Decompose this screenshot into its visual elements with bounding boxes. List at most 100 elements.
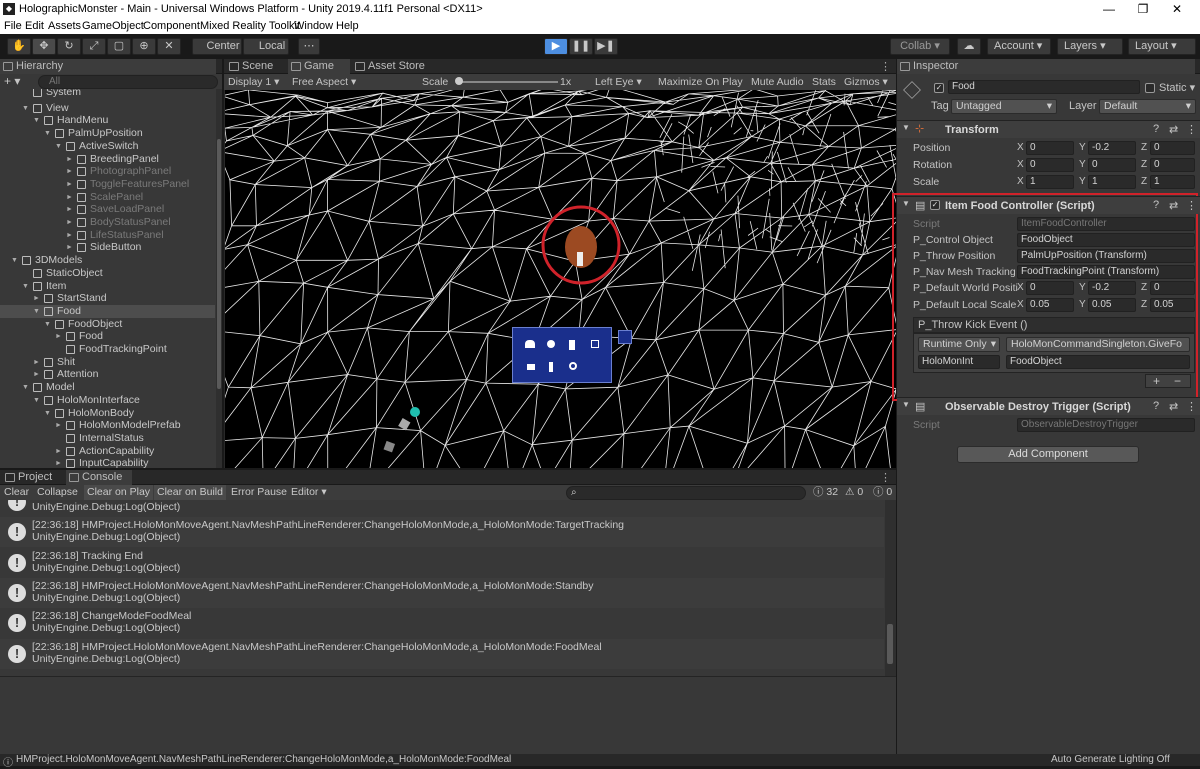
hierarchy-item[interactable]: ► BodyStatusPanel [0,216,215,229]
menu-icon[interactable] [591,340,599,348]
foldout-arrow-icon[interactable]: ► [55,445,62,458]
component-menu-icon[interactable]: ⋮ [1186,199,1197,212]
pause-button[interactable]: ❚❚ [569,38,593,55]
layer-dropdown[interactable]: Default ▾ [1099,99,1196,114]
foldout-arrow-icon[interactable]: ► [66,216,73,229]
runtime-only-dropdown[interactable]: Runtime Only ▾ [918,337,1000,352]
log-entry[interactable]: ! [22:36:18] HMProject.HoloMonMoveAgent.N… [0,577,884,608]
collab-dropdown[interactable]: Collab ▾ [890,38,950,55]
hierarchy-item[interactable]: ▼ 3DModels [0,254,215,267]
console-search-input[interactable]: ⌕ [566,486,806,500]
hierarchy-item[interactable]: ▼ Model [0,381,215,394]
menu-icon[interactable] [525,340,535,348]
object-name-field[interactable]: Food [948,80,1140,94]
preset-icon[interactable]: ⇄ [1169,199,1178,212]
foldout-arrow-icon[interactable]: ▼ [11,254,18,267]
hierarchy-item[interactable]: ► ActionCapability [0,445,215,458]
foldout-arrow-icon[interactable]: ► [66,203,73,216]
hand-tool-icon[interactable]: ✋ [7,38,31,55]
add-dropdown[interactable]: + ▾ [4,74,20,88]
move-tool-icon[interactable]: ✥ [32,38,56,55]
ifc-header[interactable]: ▼ ▤ ✓ Item Food Controller (Script) ? ⇄ … [897,196,1200,214]
tab-asset-store[interactable]: Asset Store [352,59,432,74]
foldout-arrow-icon[interactable]: ► [33,356,40,369]
hierarchy-item[interactable]: ► StartStand [0,292,215,305]
error-pause-toggle[interactable]: Error Pause [228,485,290,500]
more-options-icon[interactable]: ⋮ [880,471,891,484]
odt-header[interactable]: ▼ ▤ Observable Destroy Trigger (Script) … [897,397,1200,415]
hierarchy-item[interactable]: ▼ Food [0,304,215,318]
remove-listener-button[interactable]: − [1174,375,1181,387]
tab-project[interactable]: Project [2,470,64,485]
transform-z-field[interactable]: 1 [1150,175,1195,189]
foldout-arrow-icon[interactable]: ► [66,153,73,166]
local-y-field[interactable]: 0.05 [1088,298,1136,312]
pivot-center-button[interactable]: Center [192,38,242,55]
log-entry[interactable]: ! [22:36:18] ChangeModeFoodMeal UnityEngin… [0,608,884,638]
hierarchy-item[interactable]: ► PhotographPanel [0,165,215,178]
argument-field[interactable]: FoodObject [1006,355,1190,369]
hierarchy-item[interactable]: ► SaveLoadPanel [0,203,215,216]
menu-edit[interactable]: Edit [25,20,44,32]
tab-inspector[interactable]: Inspector [897,59,1195,74]
foldout-arrow-icon[interactable]: ► [55,419,62,432]
foldout-arrow-icon[interactable]: ▼ [33,305,40,318]
help-icon[interactable]: ? [1153,400,1159,412]
menu-mixed-reality-toolkit[interactable]: Mixed Reality Toolkit [200,20,300,32]
lighting-status[interactable]: Auto Generate Lighting Off [1051,754,1170,765]
preset-icon[interactable]: ⇄ [1169,400,1178,413]
log-entry[interactable]: ![22:36:18] ChangeLookNoOverrideUnityEng… [0,500,884,517]
game-viewport[interactable] [225,90,896,468]
tab-scene[interactable]: Scene [226,59,286,74]
status-message[interactable]: HMProject.HoloMonMoveAgent.NavMeshPathLi… [16,754,511,765]
maximize-on-play-toggle[interactable]: Maximize On Play [658,74,743,90]
console-scroll-thumb[interactable] [887,624,893,664]
tag-dropdown[interactable]: Untagged ▾ [951,99,1057,114]
log-entry[interactable]: ! [22:36:18] HMProject.HoloMonMoveAgent.N… [0,517,884,548]
hand-menu-panel[interactable] [512,327,612,383]
hierarchy-item[interactable]: ► SideButton [0,241,215,254]
hierarchy-item[interactable]: ▼ HoloMonBody [0,407,215,420]
warn-count-toggle[interactable]: ⚠ 0 [842,485,866,500]
function-dropdown[interactable]: HoloMonCommandSingleton.GiveFo [1006,337,1190,352]
active-checkbox[interactable]: ✓ [934,83,944,93]
foldout-arrow-icon[interactable]: ► [66,165,73,178]
custom-tool-icon[interactable]: ✕ [157,38,181,55]
tab-hierarchy[interactable]: Hierarchy [0,59,216,74]
hierarchy-item[interactable]: ▼ PalmUpPosition [0,127,215,140]
hierarchy-item[interactable]: ▼ HandMenu [0,114,215,127]
scale-slider[interactable] [455,77,558,85]
foldout-arrow-icon[interactable]: ► [66,241,73,254]
scale-slider-thumb[interactable] [455,77,463,85]
transform-y-field[interactable]: 1 [1088,175,1136,189]
scale-tool-icon[interactable]: ⤢ [82,38,106,55]
close-button[interactable]: ✕ [1154,2,1200,16]
log-count-toggle[interactable]: ⓘ 32 [810,485,841,500]
console-scrollbar[interactable] [885,500,896,676]
foldout-arrow-icon[interactable]: ► [66,178,73,191]
ifc-enabled-checkbox[interactable]: ✓ [930,200,940,210]
add-listener-button[interactable]: + [1153,375,1160,387]
hierarchy-item[interactable]: ▼ Item [0,280,215,293]
static-checkbox[interactable] [1145,83,1155,93]
static-dropdown[interactable]: Static ▾ [1159,81,1195,94]
pivot-local-button[interactable]: Local [243,38,289,55]
control-object-field[interactable]: FoodObject [1017,233,1195,247]
transform-y-field[interactable]: -0.2 [1088,141,1136,155]
hierarchy-item[interactable]: StaticObject [0,267,215,280]
collapse-toggle[interactable]: Collapse [34,485,81,500]
foldout-arrow-icon[interactable]: ► [33,368,40,381]
tab-console[interactable]: Console [66,470,132,485]
hierarchy-item[interactable]: ► ToggleFeaturesPanel [0,178,215,191]
foldout-arrow-icon[interactable]: ▼ [902,123,910,132]
component-menu-icon[interactable]: ⋮ [1186,400,1197,413]
hierarchy-item[interactable]: ► ScalePanel [0,191,215,204]
help-icon[interactable]: ? [1153,199,1159,211]
side-button[interactable] [618,330,632,344]
local-z-field[interactable]: 0.05 [1150,298,1195,312]
hierarchy-item[interactable]: ▼ FoodObject [0,318,215,331]
mute-audio-toggle[interactable]: Mute Audio [751,74,804,90]
throw-position-field[interactable]: PalmUpPosition (Transform) [1017,249,1195,263]
foldout-arrow-icon[interactable]: ▼ [55,140,62,153]
transform-x-field[interactable]: 0 [1026,141,1074,155]
